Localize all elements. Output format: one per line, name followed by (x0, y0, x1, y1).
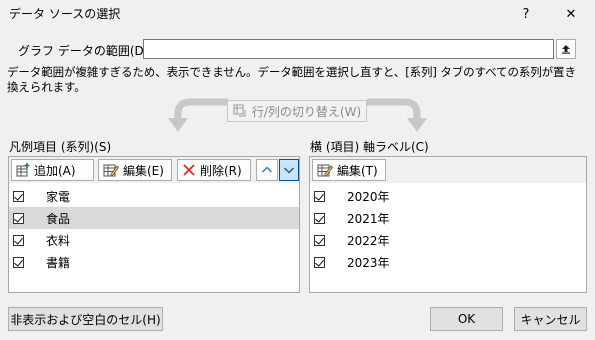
category-name: 2021年 (347, 211, 390, 226)
edit-series-label: 編集(E) (123, 163, 164, 178)
category-checkbox[interactable] (314, 190, 325, 202)
series-item-selected[interactable]: 食品 (9, 207, 299, 229)
series-checkbox[interactable] (13, 190, 24, 202)
category-checkbox[interactable] (314, 256, 325, 268)
ok-button[interactable]: OK (430, 307, 503, 331)
close-button[interactable]: ✕ (550, 0, 592, 28)
edit-axis-labels-label: 編集(T) (337, 163, 378, 178)
category-name: 2022年 (347, 233, 390, 248)
left-curved-arrow-icon (168, 98, 228, 132)
axis-labels-panel: 編集(T) 2020年 2021年 2022年 2023年 (309, 156, 587, 293)
series-item[interactable]: 書籍 (9, 251, 299, 273)
legend-entries-label: 凡例項目 (系列)(S) (9, 140, 112, 154)
axis-toolbar: 編集(T) (310, 157, 586, 183)
series-checkbox[interactable] (13, 234, 24, 246)
legend-toolbar: 追加(A) 編集(E) 削除(R) (9, 157, 299, 183)
add-series-button[interactable]: 追加(A) (11, 159, 94, 181)
edit-series-button[interactable]: 編集(E) (98, 159, 172, 181)
move-up-button[interactable] (256, 159, 278, 181)
delete-series-button[interactable]: 削除(R) (177, 159, 251, 181)
edit-table-icon (317, 164, 333, 177)
category-item[interactable]: 2022年 (310, 229, 586, 251)
switch-row-column-label: 行/列の切り替え(W) (251, 104, 362, 119)
legend-entries-panel: 追加(A) 編集(E) 削除(R) 家電 食品 衣料 書籍 (8, 156, 300, 293)
add-series-label: 追加(A) (34, 163, 76, 178)
series-name: 衣料 (46, 233, 71, 248)
category-item[interactable]: 2021年 (310, 207, 586, 229)
hidden-empty-cells-button[interactable]: 非表示および空白のセル(H) (8, 307, 163, 331)
switch-row-column-button[interactable]: 行/列の切り替え(W) (227, 100, 367, 122)
category-item[interactable]: 2023年 (310, 251, 586, 273)
series-item[interactable]: 衣料 (9, 229, 299, 251)
delete-series-label: 削除(R) (200, 163, 242, 178)
cancel-button[interactable]: キャンセル (514, 307, 587, 331)
add-table-icon (16, 163, 30, 177)
series-name: 食品 (46, 211, 71, 226)
chevron-up-icon (261, 166, 273, 173)
series-list: 家電 食品 衣料 書籍 (9, 185, 299, 273)
range-select-icon (562, 45, 570, 54)
category-item[interactable]: 2020年 (310, 185, 586, 207)
axis-labels-label: 横 (項目) 軸ラベル(C) (310, 140, 429, 154)
right-curved-arrow-icon (367, 98, 427, 132)
move-down-button[interactable] (279, 159, 299, 181)
switch-row-column-icon (233, 104, 246, 117)
category-name: 2023年 (347, 255, 390, 270)
category-checkbox[interactable] (314, 212, 325, 224)
help-button[interactable]: ? (505, 0, 547, 28)
data-range-label: グラフ データの範囲(D): (18, 44, 153, 58)
edit-axis-labels-button[interactable]: 編集(T) (312, 159, 386, 181)
series-checkbox[interactable] (13, 212, 24, 224)
category-list: 2020年 2021年 2022年 2023年 (310, 185, 586, 273)
series-item[interactable]: 家電 (9, 185, 299, 207)
series-name: 家電 (46, 189, 71, 204)
series-checkbox[interactable] (13, 256, 24, 268)
chevron-down-icon (283, 167, 295, 174)
data-range-input[interactable] (143, 39, 554, 59)
collapse-dialog-button[interactable] (556, 39, 576, 59)
delete-x-icon (183, 164, 195, 176)
series-name: 書籍 (46, 255, 71, 270)
category-checkbox[interactable] (314, 234, 325, 246)
category-name: 2020年 (347, 189, 390, 204)
dialog-title: データ ソースの選択 (9, 7, 121, 21)
range-message: データ範囲が複雑すぎるため、表示できません。データ範囲を選択し直すと、[系列] … (7, 65, 576, 94)
edit-table-icon (103, 164, 119, 177)
